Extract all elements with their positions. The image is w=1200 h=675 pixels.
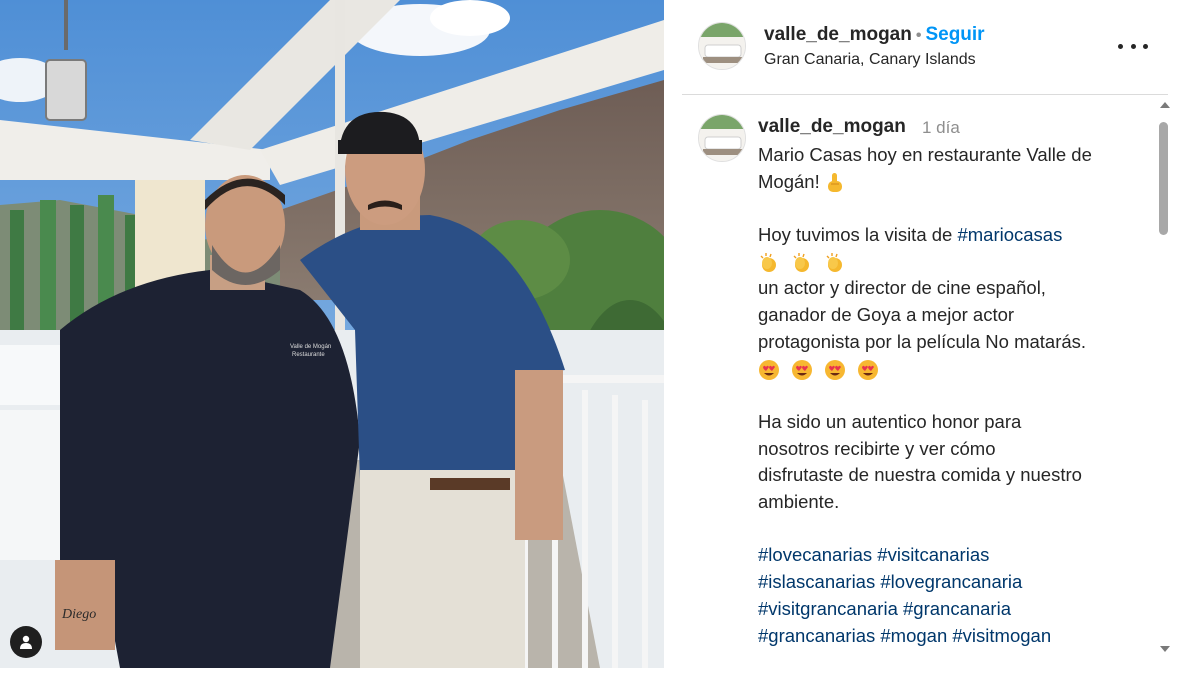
avatar-image	[699, 115, 745, 161]
hashtag-link[interactable]: #lovecanarias	[758, 544, 872, 565]
hashtag-link[interactable]: #grancanarias	[758, 625, 875, 646]
heart-eyes-emoji-icon	[825, 359, 846, 380]
caption-line: Mario Casas hoy en restaurante Valle de	[758, 144, 1092, 165]
photo-scene: Diego Valle de Mogán Restaurante	[0, 0, 664, 668]
jacket-embroidery-1: Valle de Mogán	[290, 344, 331, 350]
caption-paragraph-honor: Ha sido un autentico honor para nosotros…	[758, 409, 1148, 516]
hashtag-link[interactable]: #mariocasas	[957, 224, 1062, 245]
caption-scrollbar[interactable]	[1158, 100, 1170, 660]
tattoo-text: Diego	[61, 607, 96, 622]
caption-line: Ha sido un autentico honor para	[758, 410, 1022, 432]
caption-line: un actor y director de cine español,	[758, 277, 1046, 299]
caption-timestamp[interactable]: 1 día	[922, 118, 960, 138]
hashtag-line: #lovecanarias #visitcanarias	[758, 542, 1148, 569]
hashtag-link[interactable]: #visitcanarias	[877, 544, 989, 565]
hashtag-link[interactable]: #islascanarias	[758, 571, 875, 592]
header-separator: •	[915, 27, 922, 44]
hashtag-link[interactable]: #visitmogan	[952, 625, 1051, 646]
post-header: valle_de_mogan • Seguir Gran Canaria, Cana…	[682, 0, 1168, 95]
caption-line-text: Mogán!	[758, 170, 820, 192]
more-options-button[interactable]	[1118, 34, 1148, 58]
caption-paragraph-hashtags: #lovecanarias #visitcanarias #islascanar…	[758, 542, 1148, 649]
avatar-image	[699, 23, 745, 69]
caption-paragraph-intro: Mario Casas hoy en restaurante Valle de …	[758, 142, 1148, 195]
hashtag-link[interactable]: #grancanaria	[903, 598, 1011, 619]
more-options-icon-dot	[1143, 43, 1148, 49]
heart-eyes-emoji-icon	[792, 359, 813, 380]
hashtag-link[interactable]: #lovegrancanaria	[880, 571, 1022, 592]
caption-paragraph-visit: Hoy tuvimos la visita de #mariocasas un …	[758, 222, 1148, 382]
pointing-up-emoji-icon	[827, 172, 842, 192]
hashtag-line: #grancanarias #mogan #visitmogan	[758, 623, 1148, 650]
caption-line: protagonista por la película No matarás.	[758, 330, 1087, 352]
more-options-icon	[1118, 43, 1123, 49]
heart-eyes-emoji-row	[758, 356, 1148, 383]
caption-area: valle_de_mogan 1 día Mario Casas hoy en …	[682, 96, 1158, 668]
scroll-up-arrow-icon[interactable]	[1160, 102, 1170, 108]
caption-line: Mogán!	[758, 169, 1148, 196]
clap-emoji-row	[758, 249, 1148, 276]
caption-text: Mario Casas hoy en restaurante Valle de …	[758, 142, 1148, 668]
scrollbar-thumb[interactable]	[1159, 122, 1168, 235]
user-tag-icon	[20, 635, 32, 649]
more-options-icon-dot	[1130, 43, 1136, 49]
hashtag-line: #visitgrancanaria #grancanaria	[758, 596, 1148, 623]
caption-username[interactable]: valle_de_mogan	[758, 116, 906, 138]
caption-line: ganador de Goya a mejor actor	[758, 304, 1015, 326]
hashtag-line: #islascanarias #lovegrancanaria	[758, 569, 1148, 596]
hashtag-link[interactable]: #visitgrancanaria	[758, 598, 898, 619]
scroll-down-arrow-icon[interactable]	[1160, 646, 1170, 652]
heart-eyes-emoji-icon	[858, 359, 879, 380]
follow-button[interactable]: Seguir	[925, 24, 984, 45]
header-username[interactable]: valle_de_mogan	[764, 24, 912, 45]
post-location[interactable]: Gran Canaria, Canary Islands	[764, 51, 976, 69]
caption-line: ambiente.	[758, 491, 840, 513]
jacket-embroidery-2: Restaurante	[292, 352, 325, 358]
avatar[interactable]	[698, 22, 746, 70]
caption-line: Hoy tuvimos la visita de #mariocasas	[758, 222, 1148, 249]
post-photo[interactable]: Diego Valle de Mogán Restaurante	[0, 0, 664, 668]
clapping-hands-emoji-icon	[826, 252, 843, 272]
caption-line: nosotros recibirte y ver cómo	[758, 437, 996, 459]
heart-eyes-emoji-icon	[759, 359, 779, 380]
clapping-hands-emoji-icon	[760, 252, 776, 272]
user-tag-button[interactable]	[10, 626, 42, 658]
caption-avatar[interactable]	[698, 114, 746, 162]
visit-text: Hoy tuvimos la visita de	[758, 224, 958, 246]
header-username-row: valle_de_mogan • Seguir	[764, 24, 985, 46]
clapping-hands-emoji-icon	[793, 252, 810, 272]
hashtag-link[interactable]: #mogan	[880, 625, 947, 646]
caption-line: disfrutaste de nuestra comida y nuestro	[758, 464, 1082, 486]
